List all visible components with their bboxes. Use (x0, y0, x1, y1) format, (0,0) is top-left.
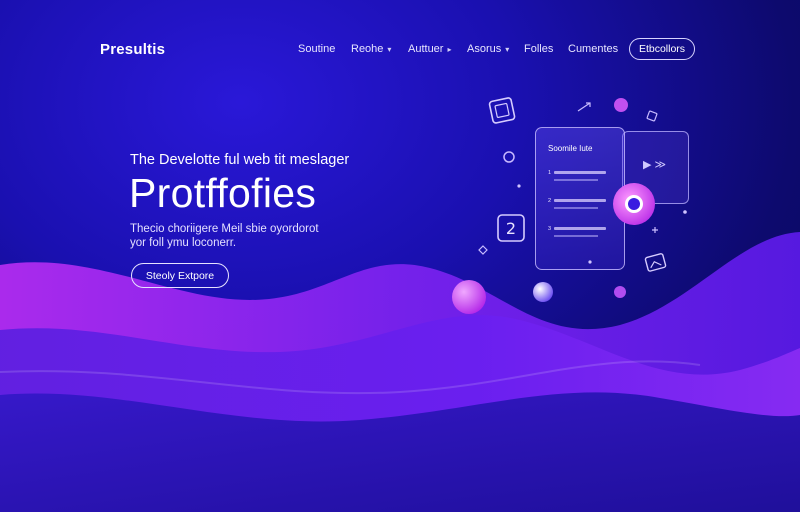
image-icon (644, 253, 667, 272)
floating-icons: 2 (478, 97, 687, 272)
badge-icon: 2 (497, 214, 525, 242)
page: Presultis Soutine Reohe ▾ Auttuer ▸ Asorus… (0, 0, 800, 512)
record-orb-icon (613, 183, 655, 225)
device-icon (488, 97, 516, 124)
svg-text:2: 2 (506, 219, 516, 238)
